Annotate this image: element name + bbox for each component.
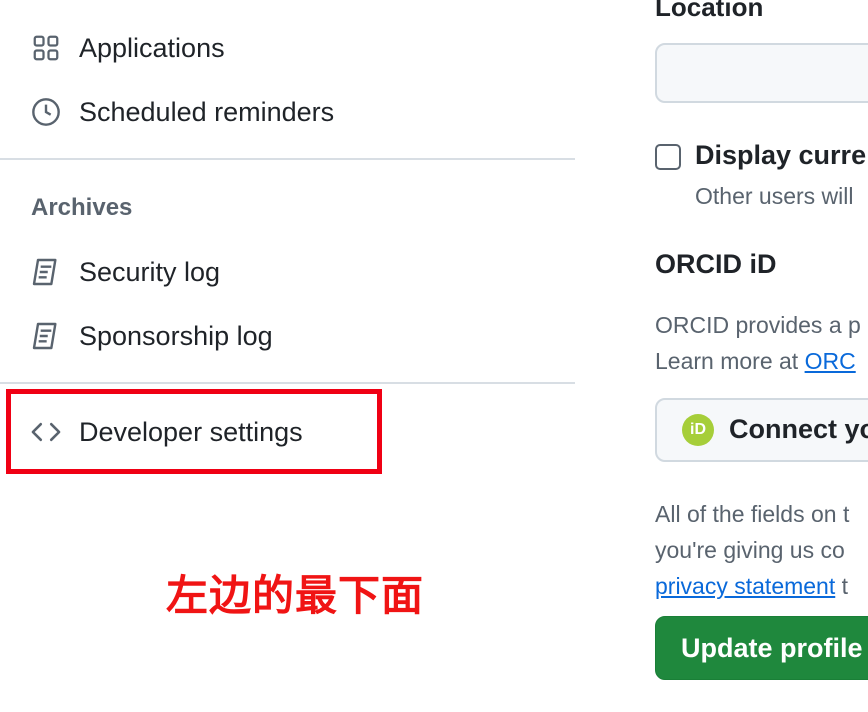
fields-note-suffix: t [835,573,849,599]
sidebar-divider [0,382,575,384]
log-icon [29,255,63,289]
orcid-desc-line: Learn more at ORC [655,343,861,379]
sidebar-item-applications[interactable]: Applications [0,19,575,77]
profile-main: Location Display curre Other users will … [575,0,868,712]
orcid-desc-prefix: Learn more at [655,348,805,374]
display-checkbox[interactable] [655,144,681,170]
annotation-text: 左边的最下面 [166,572,425,619]
location-label: Location [655,0,764,22]
privacy-statement-link[interactable]: privacy statement [655,573,835,599]
sidebar-item-sponsorship-log[interactable]: Sponsorship log [0,307,575,365]
fields-note-line: All of the fields on t [655,501,850,527]
sidebar-item-scheduled-reminders[interactable]: Scheduled reminders [0,83,575,141]
update-profile-button[interactable]: Update profile [655,616,868,680]
log-icon [29,319,63,353]
archives-header: Archives [31,194,133,221]
fields-note-line: privacy statement t [655,568,849,604]
orcid-title: ORCID iD [655,249,777,279]
orcid-desc-line: ORCID provides a p [655,312,861,338]
sidebar-item-label: Applications [79,32,225,63]
sidebar-item-label: Scheduled reminders [79,96,335,127]
fields-note: All of the fields on t you're giving us … [655,496,849,604]
update-profile-label: Update profile [681,633,863,663]
sidebar-item-label: Security log [79,256,221,287]
display-checkbox-note: Other users will [695,183,854,209]
sidebar: Applications Scheduled reminders Archive… [0,0,575,712]
highlight-box [6,389,382,474]
display-checkbox-label: Display curre [695,140,867,170]
connect-orcid-label: Connect yo [729,414,868,444]
fields-note-line: you're giving us co [655,537,845,563]
orcid-description: ORCID provides a p Learn more at ORC [655,307,861,379]
sidebar-divider [0,158,575,160]
clock-icon [29,95,63,129]
orcid-link[interactable]: ORC [805,348,856,374]
apps-grid-icon [29,31,63,65]
location-input[interactable] [655,43,868,103]
sidebar-item-label: Sponsorship log [79,320,273,351]
connect-orcid-button[interactable]: iD Connect yo [655,398,868,462]
sidebar-item-security-log[interactable]: Security log [0,243,575,301]
orcid-logo-icon: iD [682,414,714,446]
